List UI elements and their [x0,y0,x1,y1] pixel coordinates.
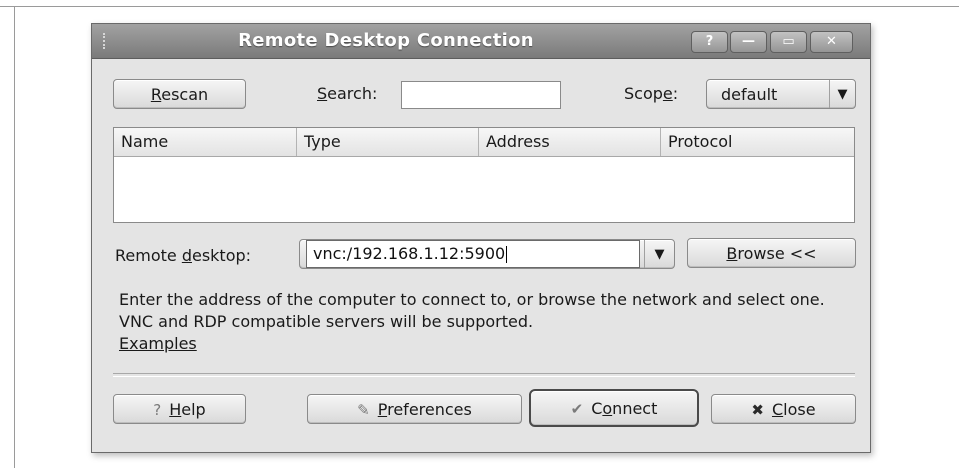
remote-mnemonic: d [181,246,192,265]
connect-label-pre: C [591,399,603,418]
remote-desktop-input[interactable]: vnc:/192.168.1.12:5900 [306,240,640,268]
column-header-address[interactable]: Address [479,128,661,156]
remote-label-post: esktop: [191,246,252,265]
description-text: Enter the address of the computer to con… [119,289,839,355]
text-caret [506,246,508,263]
minimize-button[interactable]: — [730,31,767,53]
window-title: Remote Desktop Connection [238,30,534,51]
preferences-label-post: references [387,400,472,419]
browse-button[interactable]: Browse << [687,238,856,268]
preferences-mnemonic: P [377,400,388,419]
scope-label-post: : [672,84,679,103]
help-mnemonic: H [169,400,182,419]
chevron-down-icon[interactable]: ▼ [644,240,674,268]
remote-desktop-window: Remote Desktop Connection ? — ▭ ✕ Rescan… [91,23,871,453]
search-input[interactable] [401,81,561,109]
rescan-label-post: escan [161,85,209,104]
remote-desktop-value: vnc:/192.168.1.12:5900 [313,244,506,263]
browse-label-post: rowse << [737,244,817,263]
column-header-protocol[interactable]: Protocol [661,128,854,156]
titlebar-help-button[interactable]: ? [691,31,728,53]
scope-value: default [721,85,778,104]
preferences-button[interactable]: ✎ Preferences [307,394,522,424]
remote-desktop-combo[interactable]: vnc:/192.168.1.12:5900 ▼ [299,239,675,269]
close-icon: ✖ [751,401,764,419]
remote-label-pre: Remote [115,246,182,265]
chevron-down-icon: ▼ [829,80,855,108]
maximize-button[interactable]: ▭ [770,31,807,53]
scope-label-pre: Scop [624,84,663,103]
search-mnemonic: S [317,84,328,103]
rescan-button[interactable]: Rescan [113,79,246,109]
preferences-icon: ✎ [357,401,370,419]
description-body: Enter the address of the computer to con… [119,290,825,331]
close-mnemonic: C [771,400,784,419]
search-label-post: earch: [327,84,378,103]
column-header-type[interactable]: Type [297,128,479,156]
help-label-post: elp [181,400,206,419]
rescan-mnemonic: R [150,85,162,104]
help-button[interactable]: ? Help [113,394,246,424]
window-close-button[interactable]: ✕ [810,31,853,53]
close-button[interactable]: ✖ Close [711,394,856,424]
scope-label: Scope: [624,84,678,103]
remote-desktop-label: Remote desktop: [115,246,251,265]
server-list[interactable]: Name Type Address Protocol [113,127,855,223]
page-frame-left-rule [14,6,15,468]
scope-select[interactable]: default ▼ [706,79,856,109]
footer-separator [113,373,855,377]
connect-button[interactable]: ✔ Connect [529,389,699,427]
browse-mnemonic: B [726,244,738,263]
page-frame-top-rule [0,6,959,7]
examples-link[interactable]: Examples [119,334,197,353]
close-label-post: lose [783,400,816,419]
list-header: Name Type Address Protocol [114,128,854,157]
column-header-name[interactable]: Name [114,128,297,156]
titlebar[interactable]: Remote Desktop Connection ? — ▭ ✕ [92,24,870,59]
connect-label-post: nnect [612,399,658,418]
scope-mnemonic: e [662,84,673,103]
checkmark-icon: ✔ [570,400,584,418]
connect-mnemonic: o [602,399,613,418]
help-icon: ? [153,401,162,419]
search-label: Search: [317,84,377,103]
